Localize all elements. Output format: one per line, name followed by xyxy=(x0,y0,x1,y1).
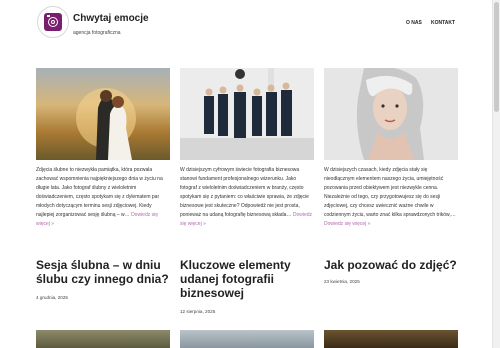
post-image[interactable] xyxy=(324,68,458,160)
post-excerpt: W dzisiejszych czasach, kiedy zdjęcia st… xyxy=(324,166,458,229)
post-excerpt-text: W dzisiejszym cyfrowym świecie fotografi… xyxy=(180,167,309,218)
site-tagline: agencja fotograficzna xyxy=(73,30,121,36)
post-image[interactable] xyxy=(324,330,458,348)
post-excerpt-text: W dzisiejszych czasach, kiedy zdjęcia st… xyxy=(324,167,456,218)
site-logo[interactable] xyxy=(37,6,69,38)
post-title[interactable]: Kluczowe elementy udanej fotografii bizn… xyxy=(180,258,320,300)
post-title[interactable]: Sesja ślubna – w dniu ślubu czy innego d… xyxy=(36,258,176,286)
nav-item-kontakt[interactable]: KONTAKT xyxy=(431,20,455,26)
post-image[interactable] xyxy=(180,330,314,348)
camera-icon xyxy=(44,13,62,31)
post-image[interactable] xyxy=(36,68,170,160)
post-title[interactable]: Jak pozować do zdjęć? xyxy=(324,258,464,272)
post-image[interactable] xyxy=(180,68,314,160)
nav-item-o-nas[interactable]: O NAS xyxy=(406,20,422,26)
post-date: 4 grudnia, 2025 xyxy=(36,295,68,300)
post-excerpt: W dzisiejszym cyfrowym świecie fotografi… xyxy=(180,166,314,229)
site-title[interactable]: Chwytaj emocje xyxy=(73,13,149,24)
scrollbar-thumb[interactable] xyxy=(494,2,499,112)
post-date: 23 kwietnia, 2025 xyxy=(324,279,360,284)
site-header: Chwytaj emocje agencja fotograficzna O N… xyxy=(0,0,500,46)
post-image[interactable] xyxy=(36,330,170,348)
post-excerpt: Zdjęcia ślubne to niezwykła pamiątka, kt… xyxy=(36,166,170,229)
post-excerpt-text: Zdjęcia ślubne to niezwykła pamiątka, kt… xyxy=(36,167,163,218)
read-more-link[interactable]: Dowiedz się więcej » xyxy=(324,221,370,227)
scrollbar[interactable] xyxy=(492,0,500,348)
post-date: 12 sierpnia, 2025 xyxy=(180,309,216,314)
